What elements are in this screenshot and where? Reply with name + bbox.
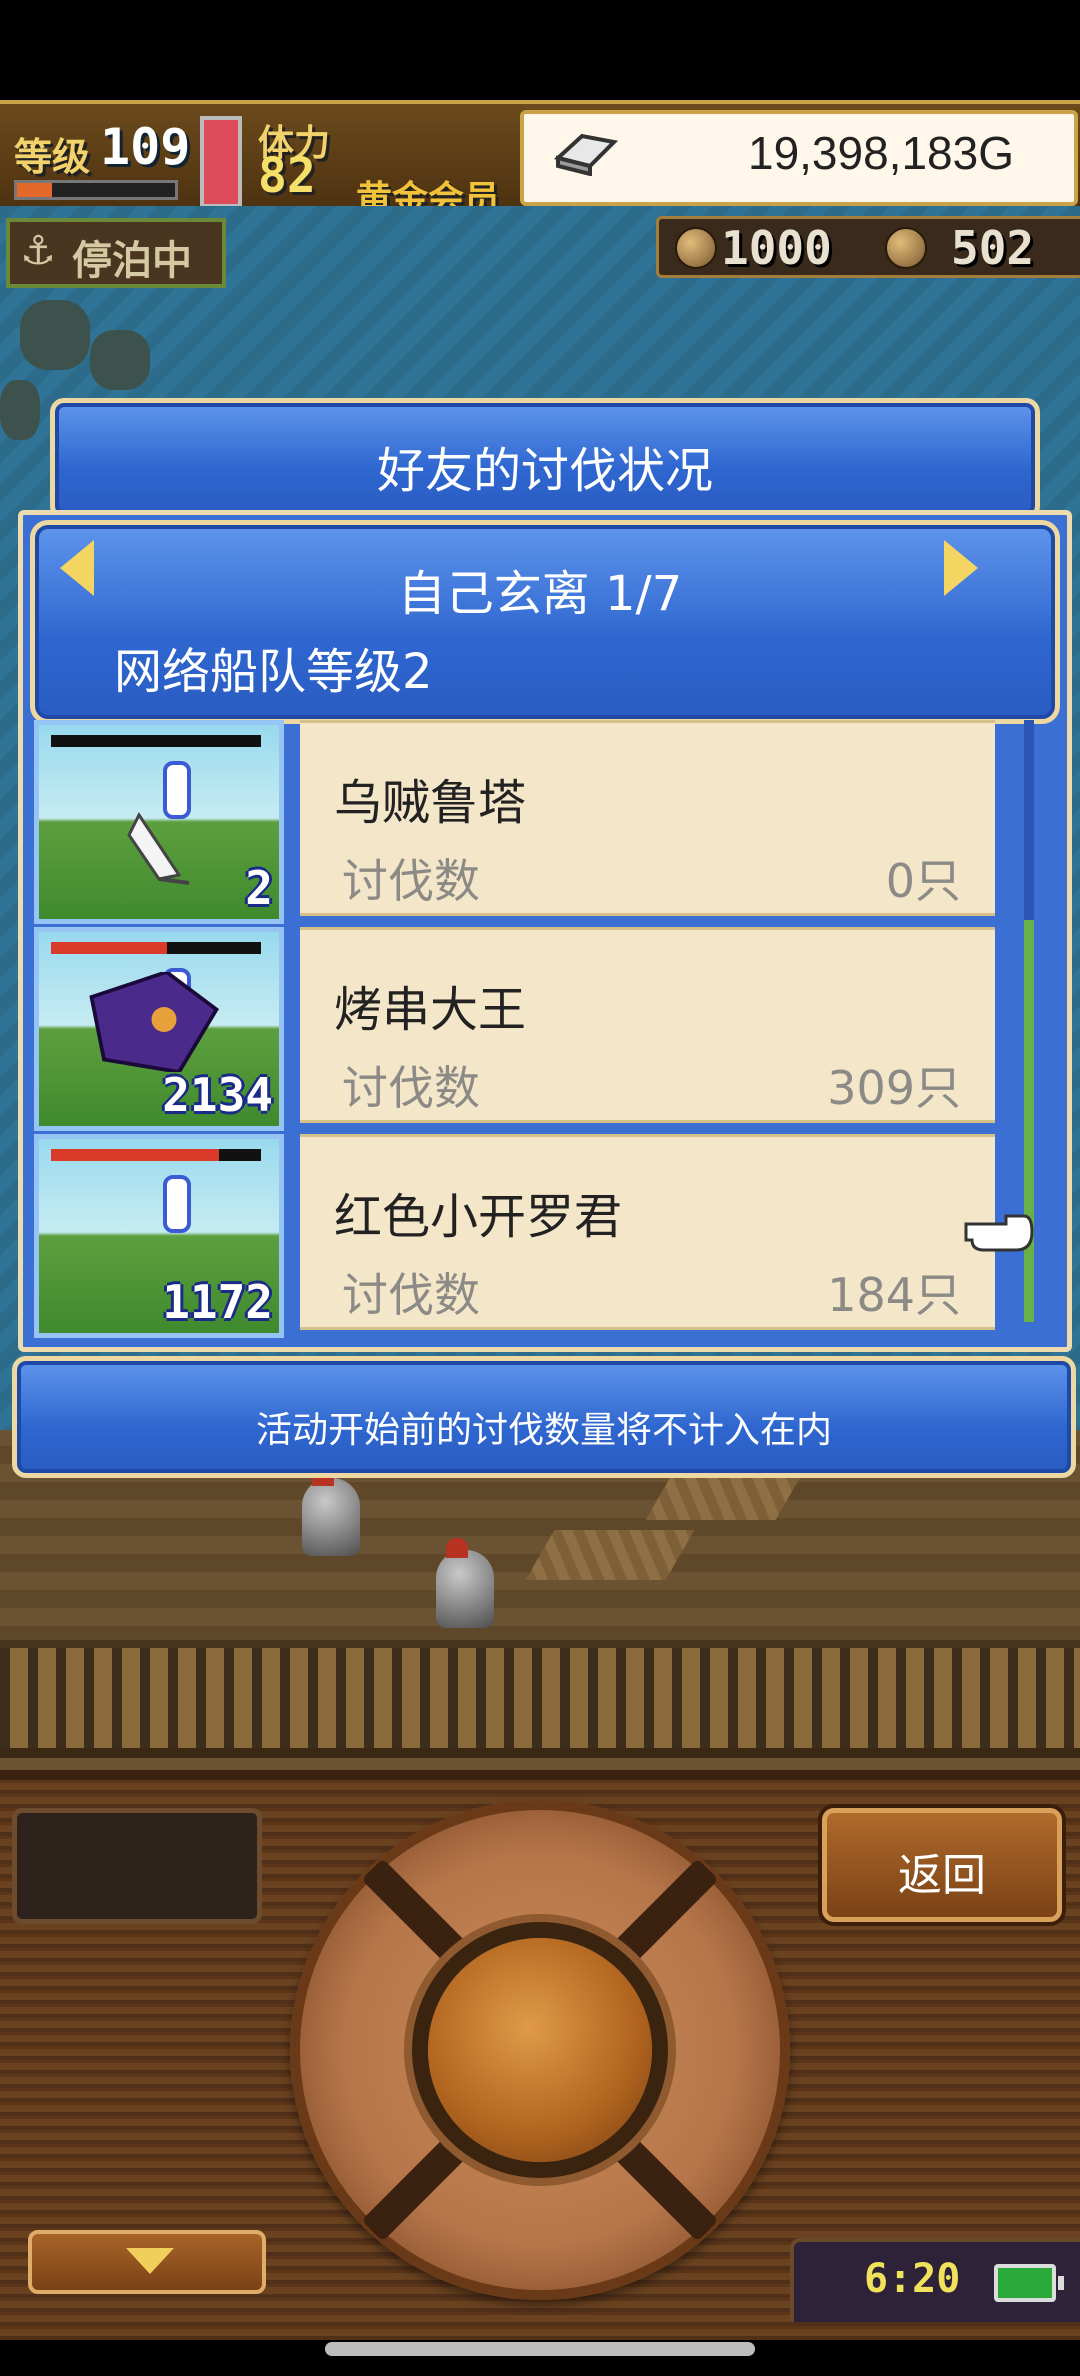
ship-railing xyxy=(0,1640,1080,1758)
dialog-title: 好友的讨伐状况 xyxy=(376,443,713,499)
list-item[interactable]: 2 乌贼鲁塔 讨伐数 0只 xyxy=(30,720,1005,924)
resource-1-value: 1000 xyxy=(721,221,832,275)
stamina-value: 82 xyxy=(258,148,316,204)
clock: 6:20 xyxy=(864,2256,961,2302)
exp-bar xyxy=(14,180,178,200)
anchor-icon: ⚓ xyxy=(20,228,56,274)
friend-page-label: 自己玄离 1/7 xyxy=(397,566,683,622)
skewer-king-icon xyxy=(89,972,219,1072)
hunt-count-value: 0只 xyxy=(885,854,961,908)
monster-count: 2 xyxy=(245,861,273,915)
empty-slot xyxy=(12,1808,262,1924)
dialog-title-bar: 好友的讨伐状况 xyxy=(50,398,1040,520)
squid-icon xyxy=(127,812,190,885)
rock xyxy=(90,330,150,390)
resource-2-value: 502 xyxy=(951,221,1035,275)
dpad-divider xyxy=(605,1858,719,1972)
hunt-card[interactable]: 乌贼鲁塔 讨伐数 0只 xyxy=(300,720,995,916)
docked-label: 停泊中 xyxy=(72,238,192,284)
level-value: 109 xyxy=(100,118,191,176)
dpad-divider xyxy=(361,2128,475,2242)
hp-bar xyxy=(51,942,261,954)
status-bar: 等级 109 体力 82 黄金会员 19,398,183G xyxy=(0,100,1080,220)
monster-thumbnail: 2 xyxy=(34,720,284,924)
hunt-count-label: 讨伐数 xyxy=(342,1061,480,1115)
silver-bar-icon xyxy=(553,133,618,176)
notice-bar: 活动开始前的讨伐数量将不计入在内 xyxy=(12,1356,1076,1478)
dpad-divider xyxy=(605,2128,719,2242)
monster-thumbnail: 2134 xyxy=(34,927,284,1131)
hp-bar xyxy=(51,735,261,747)
crew-knight xyxy=(302,1466,360,1556)
monster-thumbnail: 1172 xyxy=(34,1134,284,1338)
deck-grate xyxy=(525,1530,695,1580)
pointer-hand-icon xyxy=(964,1214,1034,1252)
hunt-list[interactable]: 2 乌贼鲁塔 讨伐数 0只 2134 烤串大王 讨伐数 309只 1172 红色… xyxy=(30,720,1025,1340)
back-button-label: 返回 xyxy=(898,1850,986,1901)
battery-icon xyxy=(994,2264,1064,2302)
dpad-divider xyxy=(361,1858,475,1972)
crew-knight xyxy=(436,1538,494,1628)
down-arrow-icon xyxy=(126,2248,174,2274)
resource-bar: 1000 502 xyxy=(656,216,1080,278)
hunt-card[interactable]: 红色小开罗君 讨伐数 184只 xyxy=(300,1134,995,1330)
clock-panel: 6:20 xyxy=(790,2238,1080,2322)
gold-display: 19,398,183G xyxy=(520,110,1078,206)
level-label: 等级 xyxy=(14,135,91,179)
stamina-gauge xyxy=(200,116,242,208)
list-item[interactable]: 1172 红色小开罗君 讨伐数 184只 xyxy=(30,1134,1005,1338)
monster-name: 烤串大王 xyxy=(334,982,527,1038)
hunt-count-value: 309只 xyxy=(827,1061,961,1115)
rock xyxy=(0,380,40,440)
hp-bar-fill xyxy=(51,942,167,954)
fleet-level-label: 网络船队等级2 xyxy=(114,644,433,700)
gold-amount: 19,398,183G xyxy=(747,127,1014,179)
exp-bar-fill xyxy=(17,183,52,197)
docked-status: ⚓ 停泊中 xyxy=(6,218,226,288)
monster-name: 红色小开罗君 xyxy=(334,1189,623,1245)
back-button[interactable]: 返回 xyxy=(822,1808,1062,1922)
home-indicator[interactable] xyxy=(325,2342,755,2356)
monster-count: 1172 xyxy=(162,1275,273,1329)
monster-count: 2134 xyxy=(162,1068,273,1122)
hunt-count-label: 讨伐数 xyxy=(342,1268,480,1322)
hunt-count-value: 184只 xyxy=(827,1268,961,1322)
menu-down-button[interactable] xyxy=(28,2230,266,2294)
resource-1-icon xyxy=(675,227,717,269)
scrollbar-thumb[interactable] xyxy=(1024,920,1034,1322)
monster-name: 乌贼鲁塔 xyxy=(334,775,527,831)
dpad-center-button[interactable] xyxy=(428,1938,652,2162)
hp-bar xyxy=(51,1149,261,1161)
hunt-card[interactable]: 烤串大王 讨伐数 309只 xyxy=(300,927,995,1123)
coin-icon xyxy=(885,227,927,269)
hunt-count-label: 讨伐数 xyxy=(342,854,480,908)
list-item[interactable]: 2134 烤串大王 讨伐数 309只 xyxy=(30,927,1005,1131)
hp-bar-fill xyxy=(51,1149,219,1161)
exclaim-icon xyxy=(163,1175,191,1233)
notice-text: 活动开始前的讨伐数量将不计入在内 xyxy=(255,1410,832,1451)
rock xyxy=(20,300,90,370)
